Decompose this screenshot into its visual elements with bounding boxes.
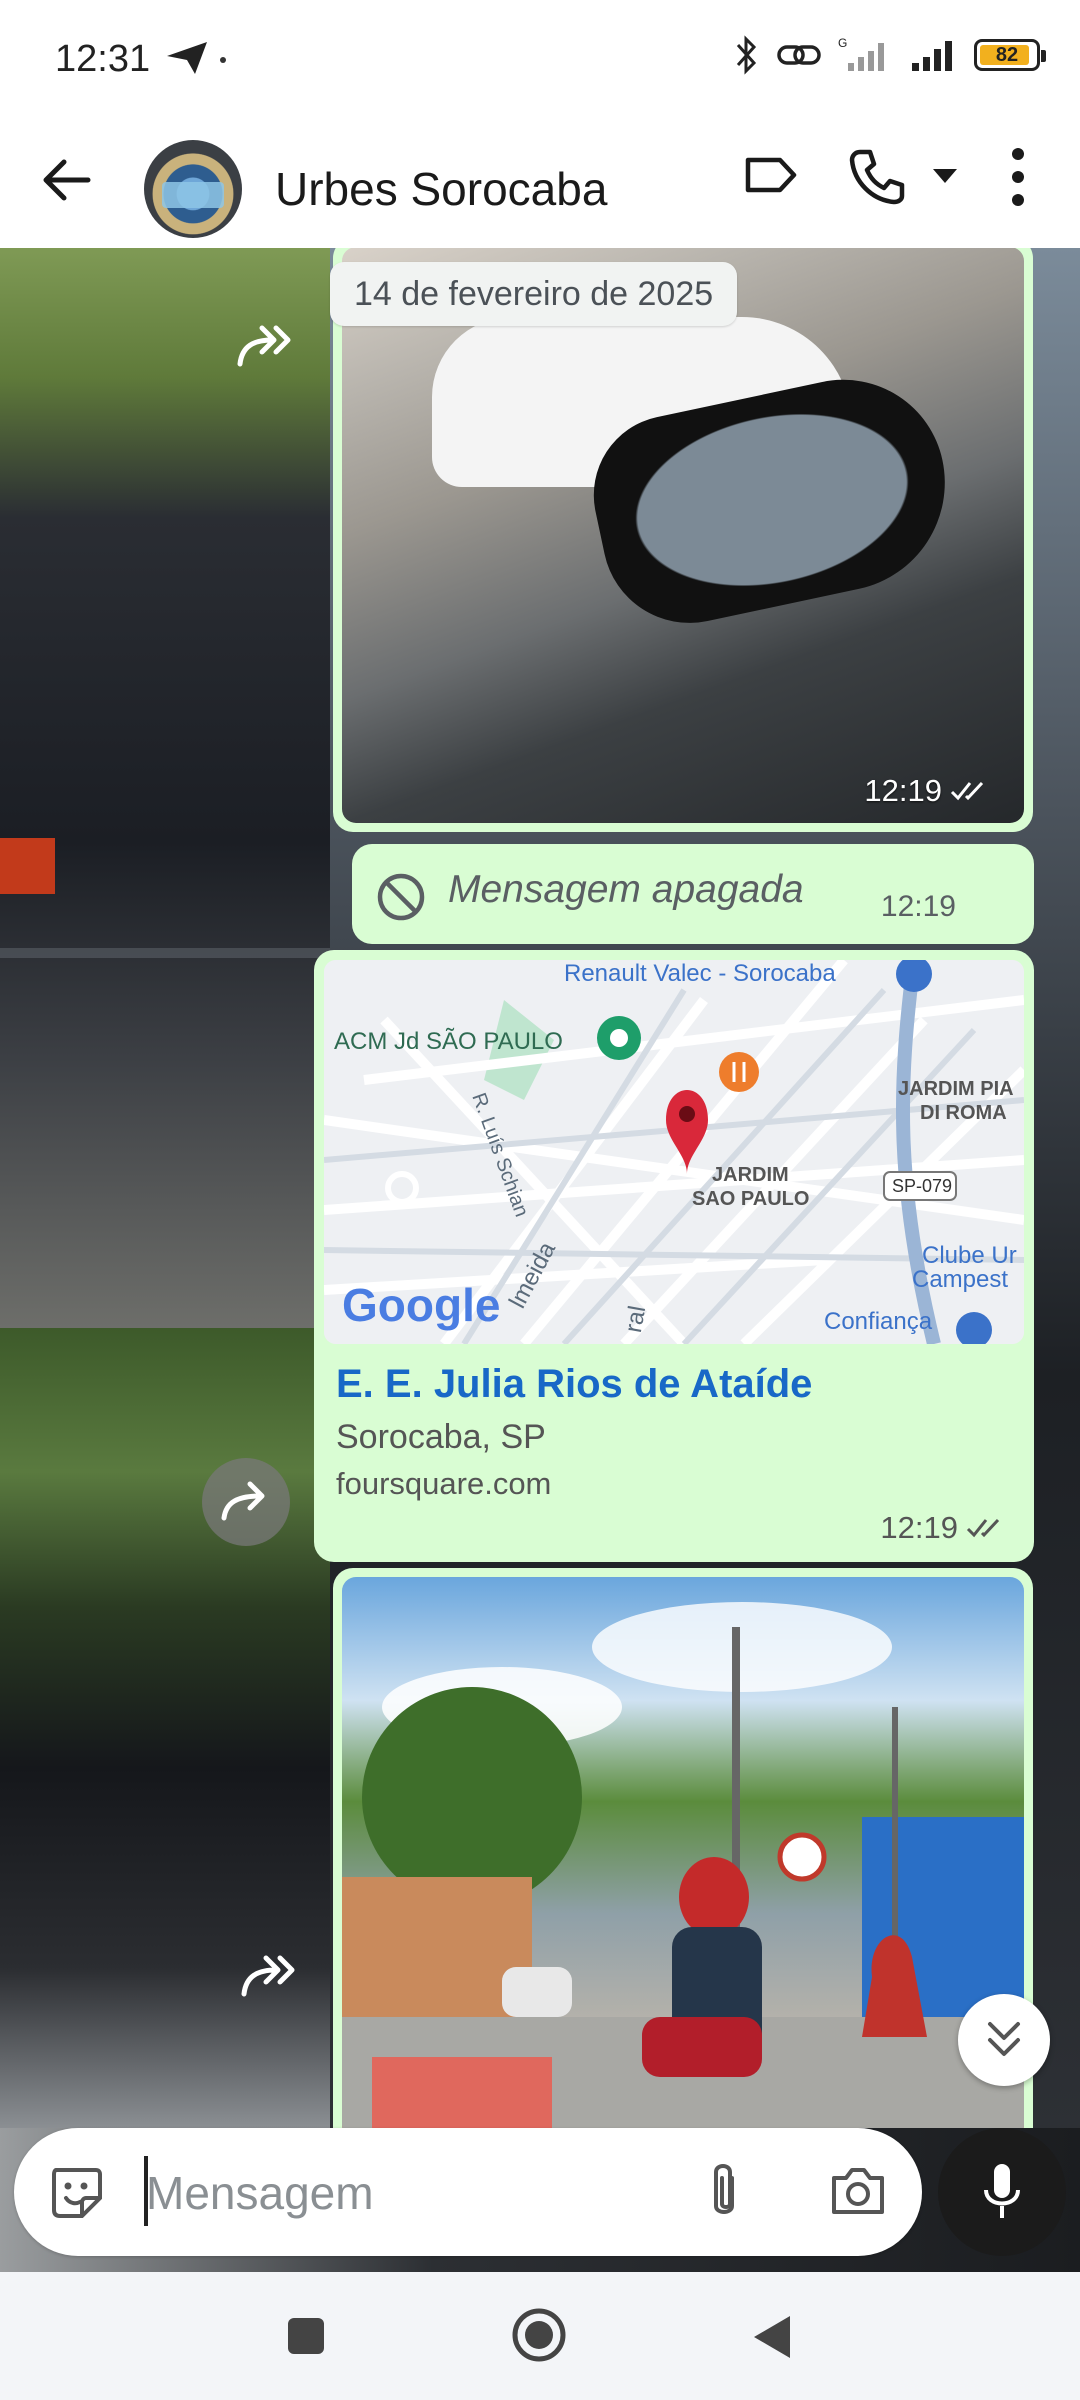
- double-chevron-down-icon: [988, 2022, 1020, 2056]
- map-label: SAO PAULO: [692, 1188, 810, 1210]
- map-label: Campest: [912, 1266, 1009, 1293]
- status-bar: 12:31 G 82: [0, 0, 1080, 120]
- status-time: 12:31: [55, 38, 151, 80]
- wallpaper-plate: [0, 838, 55, 894]
- image-message[interactable]: 12:19: [333, 248, 1033, 832]
- read-ticks-icon: [966, 1518, 1000, 1538]
- map-label: JARDIM PIA: [898, 1078, 1014, 1100]
- more-vert-icon[interactable]: [1004, 142, 1032, 212]
- phone-icon[interactable]: [846, 146, 906, 206]
- sticker-icon[interactable]: [46, 2162, 106, 2222]
- message-time: 12:19: [880, 890, 956, 923]
- telegram-send-icon: [167, 42, 207, 74]
- signal-g-icon: G: [838, 36, 884, 71]
- system-nav-bar: [0, 2272, 1080, 2400]
- home-icon[interactable]: [510, 2306, 568, 2364]
- deleted-text: Mensagem apagada: [448, 868, 804, 911]
- back-arrow-icon[interactable]: [36, 150, 96, 210]
- map-label: SP-079: [892, 1176, 953, 1196]
- read-ticks-icon: [950, 781, 984, 801]
- contact-avatar[interactable]: [144, 140, 242, 238]
- deleted-message[interactable]: Mensagem apagada 12:19: [352, 844, 1034, 944]
- chat-area[interactable]: 14 de fevereiro de 2025 12:19 Mensagem a…: [0, 248, 1080, 2128]
- attach-icon[interactable]: [702, 2160, 746, 2224]
- forward-button[interactable]: [202, 1458, 290, 1546]
- battery-icon: 82: [974, 39, 1046, 71]
- photo-scene: [342, 1602, 1024, 2128]
- map-label: ACM Jd SÃO PAULO: [334, 1028, 563, 1055]
- caret-down-icon[interactable]: [930, 164, 960, 188]
- map-label: Renault Valec - Sorocaba: [564, 960, 836, 987]
- message-photo[interactable]: 12:19: [342, 248, 1024, 823]
- map-label: Confiança: [824, 1308, 933, 1335]
- message-composer: [14, 2128, 922, 2256]
- map-label: ral: [620, 1303, 652, 1335]
- location-title-link[interactable]: E. E. Julia Rios de Ataíde: [336, 1362, 812, 1407]
- chat-wallpaper-left: [0, 248, 330, 1328]
- location-domain: foursquare.com: [336, 1466, 552, 1501]
- image-message[interactable]: [333, 1568, 1033, 2128]
- blocked-icon: [377, 873, 425, 921]
- notification-dot: [220, 57, 226, 63]
- wallpaper-detail: [0, 948, 330, 958]
- bluetooth-icon: [736, 35, 757, 75]
- link-icon: [777, 45, 821, 65]
- location-message[interactable]: Renault Valec - Sorocaba ACM Jd SÃO PAUL…: [314, 950, 1034, 1562]
- voice-message-button[interactable]: [938, 2128, 1066, 2256]
- forward-arrow-icon: [221, 1481, 265, 1521]
- camera-icon[interactable]: [828, 2162, 888, 2220]
- location-subtitle: Sorocaba, SP: [336, 1418, 546, 1456]
- message-meta: 12:19: [864, 773, 994, 809]
- forward-icon[interactable]: [236, 1950, 300, 2002]
- chat-wallpaper-left-lower: [0, 1328, 330, 2128]
- message-time: 12:19: [880, 1510, 958, 1545]
- map-preview[interactable]: Renault Valec - Sorocaba ACM Jd SÃO PAUL…: [324, 960, 1024, 1344]
- label-icon[interactable]: [742, 146, 800, 204]
- svg-text:G: G: [838, 36, 847, 50]
- message-photo[interactable]: [342, 1577, 1024, 2128]
- map-label: JARDIM: [712, 1164, 789, 1186]
- signal-icon: [912, 41, 952, 71]
- microphone-icon: [984, 2164, 1020, 2218]
- date-separator: 14 de fevereiro de 2025: [330, 262, 738, 326]
- scroll-to-bottom-button[interactable]: [958, 1994, 1050, 2086]
- chat-title[interactable]: Urbes Sorocaba: [275, 142, 607, 236]
- chat-header: Urbes Sorocaba: [0, 120, 1080, 248]
- recents-icon[interactable]: [286, 2316, 326, 2356]
- back-nav-icon[interactable]: [750, 2312, 794, 2362]
- battery-level: 82: [995, 44, 1019, 66]
- text-caret: [144, 2156, 148, 2226]
- status-icons: G 82: [732, 35, 1046, 75]
- google-logo: Google: [342, 1279, 501, 1331]
- message-time: 12:19: [864, 773, 942, 808]
- message-input[interactable]: [144, 2156, 688, 2230]
- map-label: DI ROMA: [920, 1102, 1007, 1124]
- message-meta: 12:19: [880, 1510, 1010, 1546]
- forward-icon[interactable]: [232, 320, 296, 372]
